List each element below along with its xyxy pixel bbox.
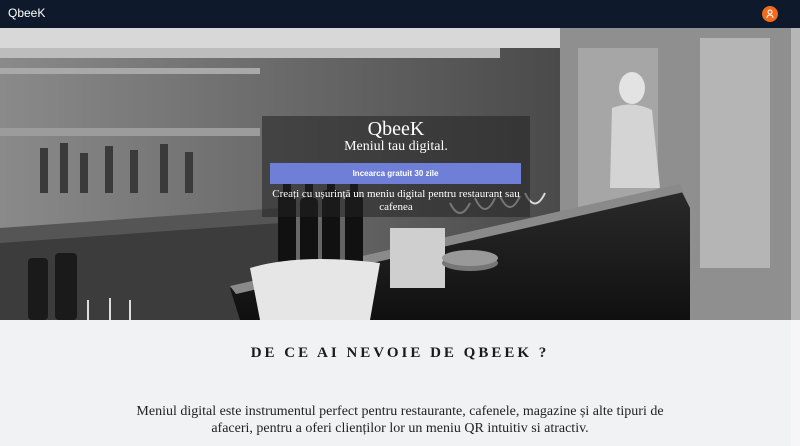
brand-logo[interactable]: QbeeK [8, 6, 45, 20]
hero-section: QbeeK Meniul tau digital. Incearca gratu… [0, 28, 800, 320]
top-navbar: QbeeK [0, 0, 800, 28]
free-trial-button[interactable]: Incearca gratuit 30 zile [270, 163, 521, 184]
hero-title: QbeeK [367, 118, 425, 140]
hero-description: Creați cu ușurință un meniu digital pent… [272, 188, 520, 213]
hero-overlay-box: QbeeK Meniul tau digital. Incearca gratu… [262, 116, 530, 217]
hero-subtitle: Meniul tau digital. [344, 139, 448, 154]
why-section-title: DE CE AI NEVOIE DE QBEEK ? [250, 345, 550, 361]
user-icon [766, 9, 774, 19]
user-menu-button[interactable] [762, 6, 778, 22]
page-scrollbar[interactable] [791, 28, 800, 446]
why-section-text: Meniul digital este instrumentul perfect… [136, 404, 664, 436]
